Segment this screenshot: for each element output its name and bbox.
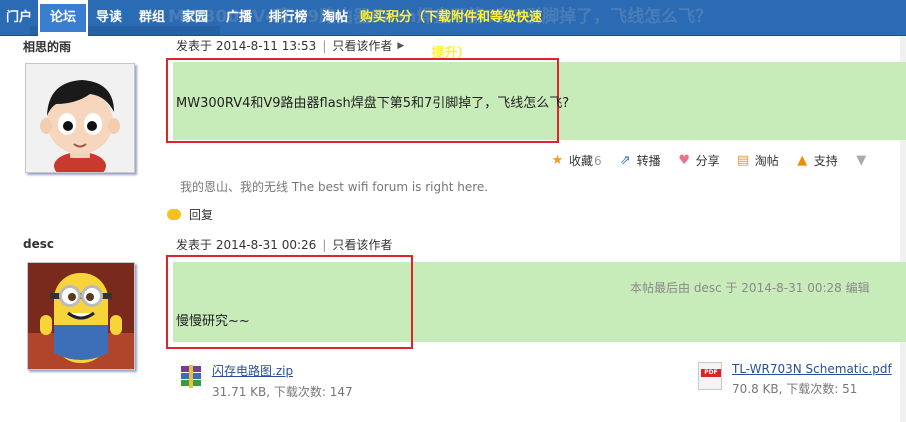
- nav-item-label: 广播: [225, 10, 252, 25]
- oppose-button[interactable]: ▼: [854, 153, 873, 168]
- reply-label: 回复: [189, 208, 214, 222]
- nav-item-label: 论坛: [40, 4, 86, 32]
- nav-item-4[interactable]: 家园: [174, 0, 216, 36]
- meta-separator: |: [322, 237, 327, 252]
- collect-label: 淘帖: [754, 154, 779, 168]
- post1-actions: ★ 收藏 6 ⇗ 转播 ♥ 分享 ▤ 淘帖 ▲ 支持 ▼: [550, 152, 873, 169]
- nav-item-label: 排行榜: [268, 10, 308, 25]
- repost-label: 转播: [636, 154, 661, 168]
- post1-posted-time: 发表于 2014-8-11 13:53: [176, 39, 317, 53]
- post2-meta: 发表于 2014-8-31 00:26 | 只看该作者: [176, 236, 392, 253]
- post2-content-text: 慢慢研究~~: [176, 314, 250, 329]
- nav-item-buy-points[interactable]: 购买积分（下载附件和等级快速提升）: [356, 0, 546, 61]
- nav-item-label: 门户: [5, 10, 32, 25]
- attachment-zip-info: 31.71 KB, 下载次数: 147: [212, 385, 353, 399]
- post2-avatar[interactable]: [27, 262, 135, 370]
- nav-item-6[interactable]: 排行榜: [262, 0, 314, 36]
- attachment-pdf: PDF TL-WR703N Schematic.pdf 70.8 KB, 下载次…: [698, 362, 892, 397]
- favorite-count: 6: [594, 153, 602, 168]
- nav-item-5[interactable]: 广播: [216, 0, 262, 36]
- winrar-archive-icon: [178, 364, 204, 390]
- thumb-up-icon: ▲: [797, 153, 808, 168]
- cartoon-boy-avatar-icon: [26, 64, 134, 180]
- favorite-button[interactable]: ★ 收藏 6: [550, 152, 602, 169]
- share-label: 分享: [695, 154, 720, 168]
- share-button[interactable]: ♥ 分享: [677, 152, 720, 169]
- meta-separator: |: [322, 38, 327, 53]
- post2-only-author-link[interactable]: 只看该作者: [332, 236, 392, 253]
- nav-item-2[interactable]: 导读: [88, 0, 130, 36]
- post2-author-name[interactable]: desc: [23, 237, 54, 251]
- nav-item-label: 淘帖: [321, 10, 348, 25]
- post1-author-name[interactable]: 相思的雨: [23, 38, 71, 55]
- collect-button[interactable]: ▤ 淘帖: [736, 152, 779, 169]
- pdf-file-icon: PDF: [698, 362, 722, 390]
- support-label: 支持: [813, 154, 838, 168]
- favorite-label: 收藏: [569, 154, 594, 168]
- nav-item-7[interactable]: 淘帖: [314, 0, 356, 36]
- post2-edit-note: 本帖最后由 desc 于 2014-8-31 00:28 编辑: [630, 281, 870, 295]
- repost-button[interactable]: ⇗ 转播: [618, 152, 661, 169]
- attachment-zip-link[interactable]: 闪存电路图.zip: [212, 362, 353, 379]
- nav-item-label: 家园: [181, 10, 208, 25]
- post1-content-text: MW300RV4和V9路由器flash焊盘下第5和7引脚掉了，飞线怎么飞?: [176, 96, 570, 111]
- attachment-pdf-info: 70.8 KB, 下载次数: 51: [732, 382, 858, 396]
- post1-meta: 发表于 2014-8-11 13:53 | 只看该作者 ▶: [176, 37, 404, 54]
- nav-item-label: 群组: [138, 10, 165, 25]
- nav-item-1[interactable]: 论坛: [38, 0, 88, 36]
- nav-items: 门户 论坛 导读 群组 家园 广播 排行榜 淘帖 购买积分（下载附件和等级快速提升）: [0, 0, 546, 61]
- tray-icon: ▤: [737, 153, 750, 168]
- post1-avatar[interactable]: [25, 63, 135, 180]
- post1-only-author-link[interactable]: 只看该作者: [332, 37, 392, 54]
- nav-item-label: 导读: [95, 10, 122, 25]
- top-nav-bar: MW300RV4和V9路由器flash焊盘下第5和7引脚掉了，飞线怎么飞？ 门户…: [0, 0, 906, 61]
- post1-signature: 我的恩山、我的无线 The best wifi forum is right h…: [180, 180, 489, 194]
- triangle-right-icon[interactable]: ▶: [397, 41, 404, 51]
- nav-item-0[interactable]: 门户: [0, 0, 38, 36]
- share-arrow-icon: ⇗: [619, 153, 631, 168]
- minion-avatar-icon: [28, 263, 134, 369]
- star-icon: ★: [551, 153, 564, 168]
- speech-bubble-icon: [167, 209, 181, 220]
- reply-button[interactable]: 回复: [167, 206, 213, 223]
- attachment-zip: 闪存电路图.zip 31.71 KB, 下载次数: 147: [178, 362, 353, 400]
- heart-icon: ♥: [678, 153, 690, 168]
- thumb-down-icon: ▼: [856, 153, 867, 168]
- nav-item-3[interactable]: 群组: [130, 0, 174, 36]
- post2-posted-time: 发表于 2014-8-31 00:26: [176, 238, 317, 252]
- attachment-pdf-link[interactable]: TL-WR703N Schematic.pdf: [732, 362, 892, 376]
- post2-highlight-frame: [166, 255, 413, 349]
- support-button[interactable]: ▲ 支持: [795, 152, 838, 169]
